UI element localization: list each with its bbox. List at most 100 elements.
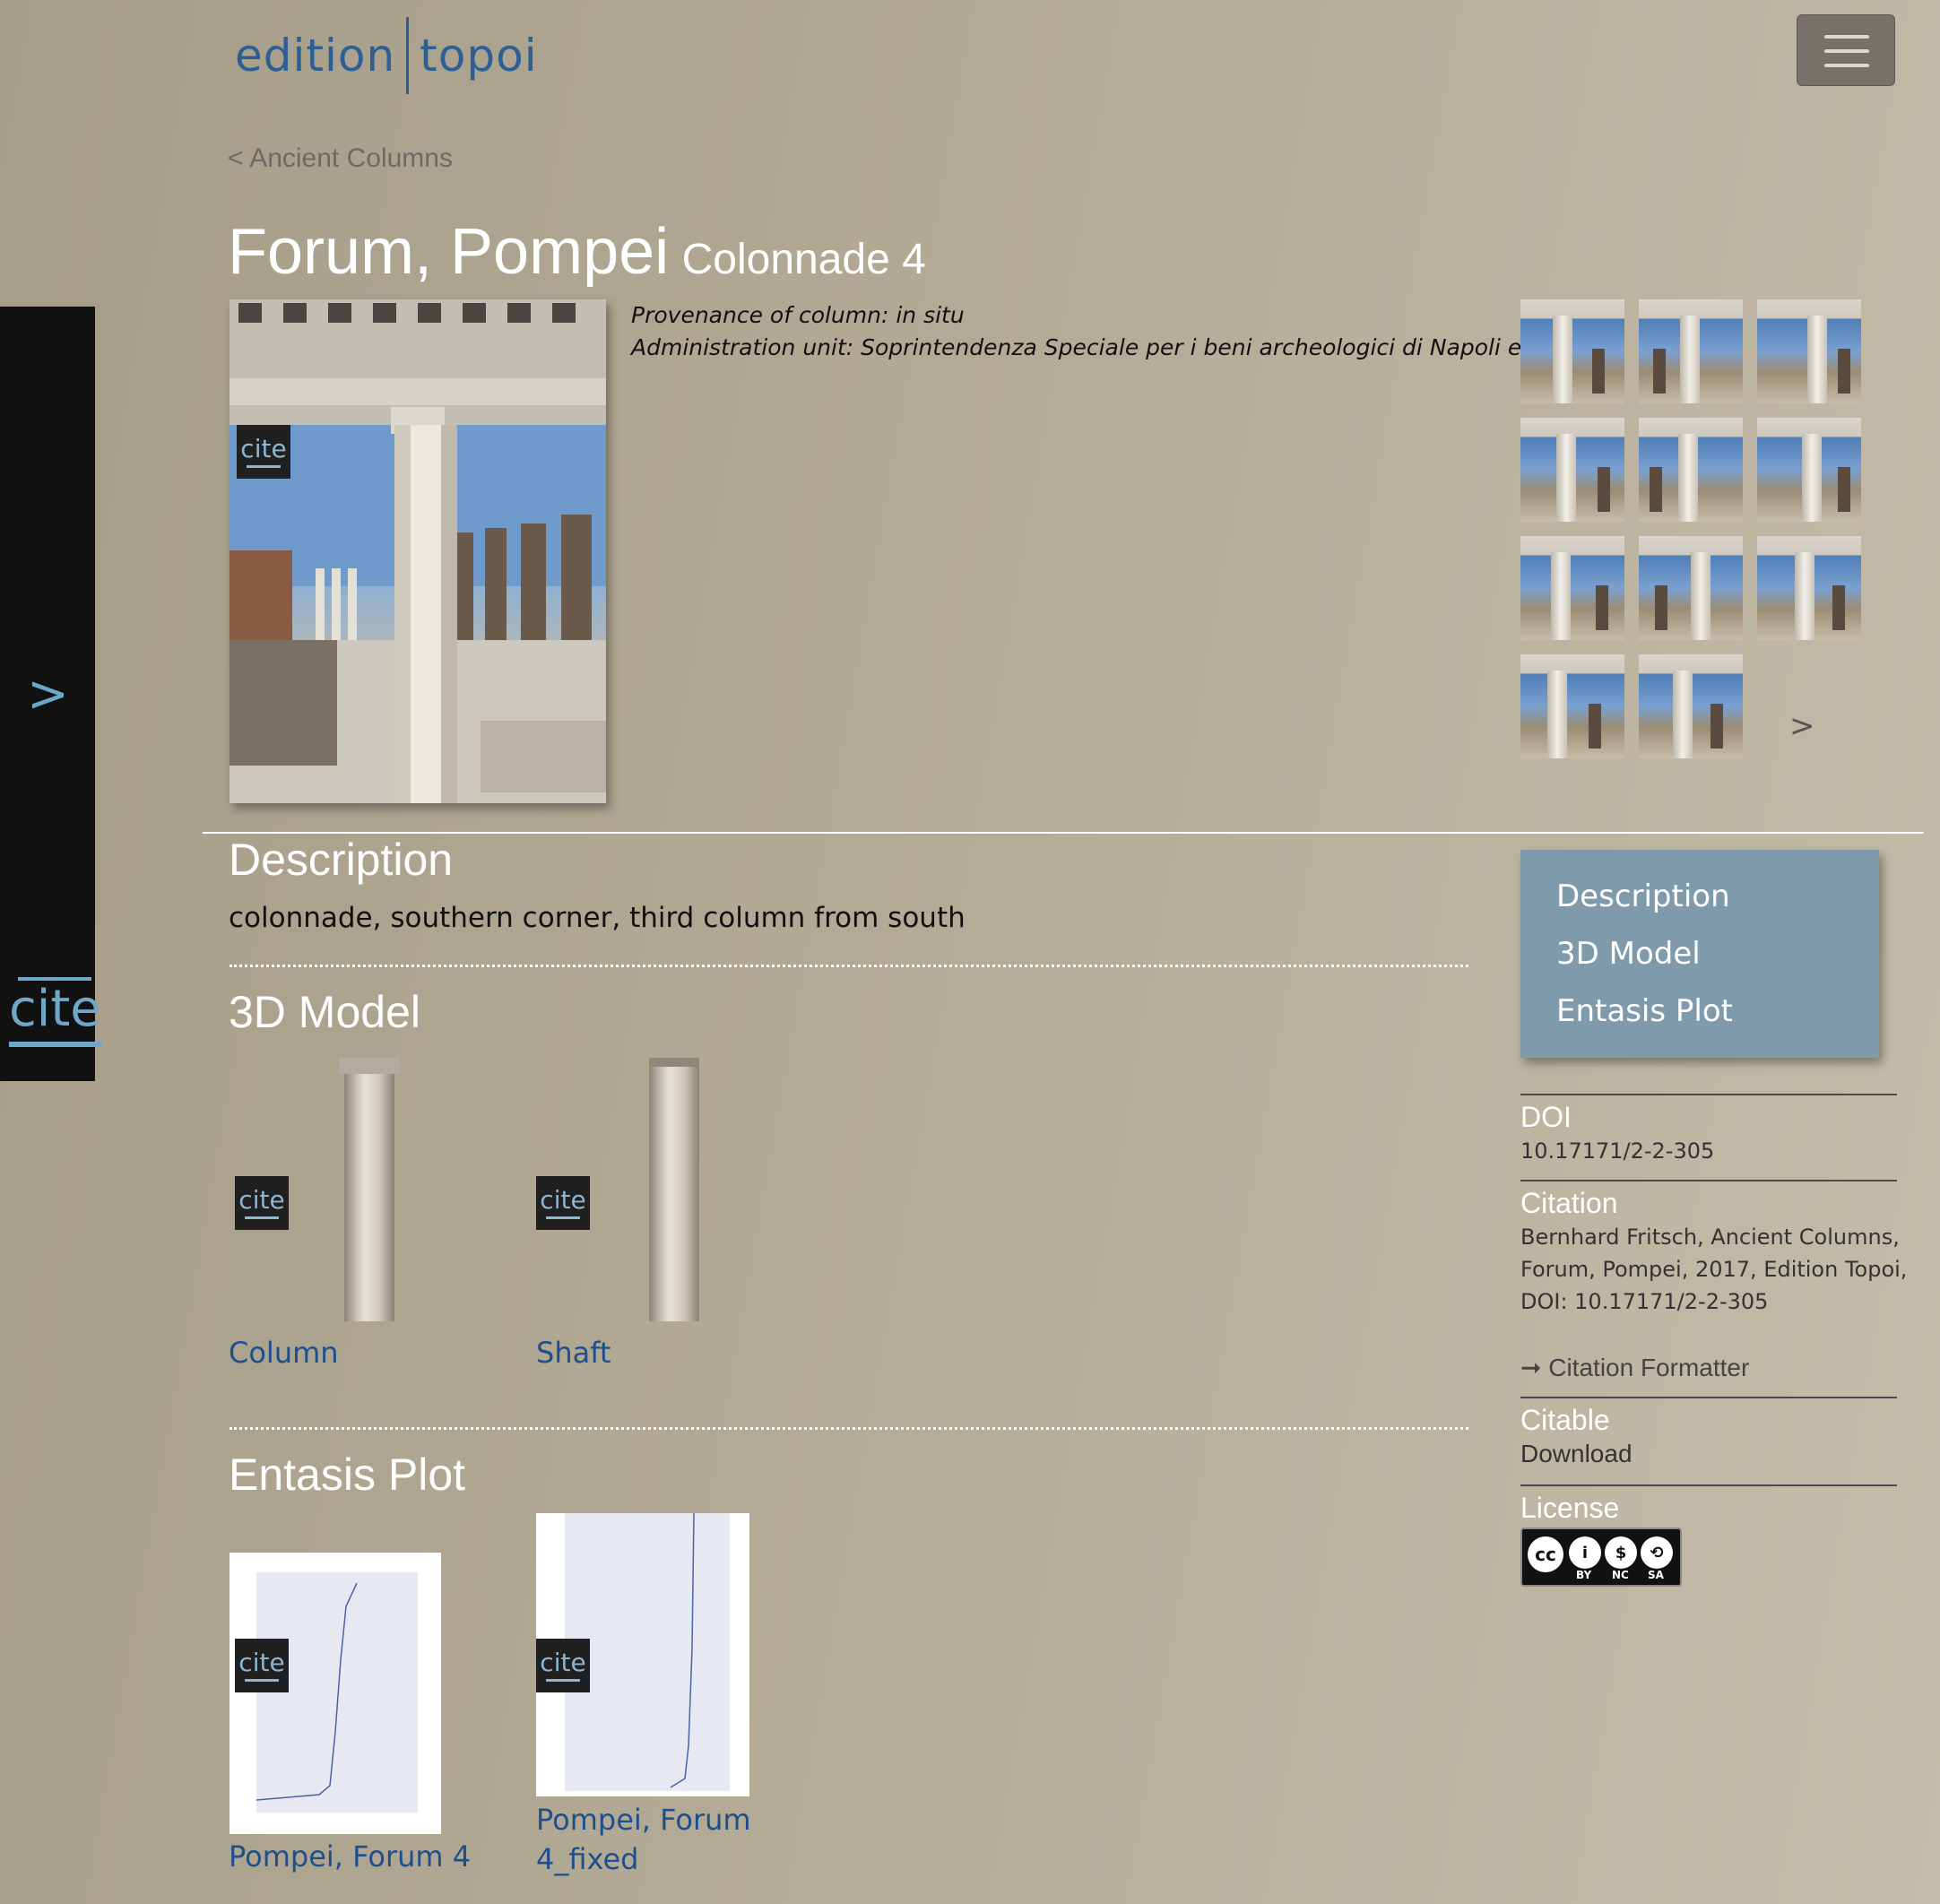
citation-line: Bernhard Fritsch, Ancient Columns, xyxy=(1520,1225,1900,1250)
logo-text-edition: edition xyxy=(235,30,396,82)
thumb-column xyxy=(1691,552,1710,640)
provenance-line: Provenance of column: in situ xyxy=(631,302,965,328)
thumb-ruin xyxy=(1710,704,1723,749)
thumb-ruin xyxy=(1589,704,1601,749)
shaft-top xyxy=(649,1058,699,1067)
by-label: BY xyxy=(1576,1569,1592,1581)
column-model-link[interactable]: Column xyxy=(229,1336,339,1370)
cite-badge-icon[interactable]: cite xyxy=(235,1176,289,1230)
logo-divider xyxy=(406,17,410,94)
cite-badge-underline xyxy=(245,1678,279,1682)
thumb-ruin xyxy=(1838,349,1850,394)
cite-logo-underline xyxy=(9,1042,101,1047)
thumb-ruin xyxy=(1598,467,1610,512)
breadcrumb-link[interactable]: < Ancient Columns xyxy=(228,143,453,174)
license-label: License xyxy=(1520,1492,1620,1524)
model-shaft-card[interactable]: cite xyxy=(536,1058,769,1327)
description-heading: Description xyxy=(229,835,454,885)
cite-badge-icon[interactable]: cite xyxy=(235,1639,289,1692)
citable-label: Citable xyxy=(1520,1404,1610,1436)
citation-line: Forum, Pompei, 2017, Edition Topoi, xyxy=(1520,1257,1908,1282)
toc-item-3d-model[interactable]: 3D Model xyxy=(1556,936,1701,972)
thumb-column xyxy=(1795,552,1814,640)
gallery-thumbnail[interactable] xyxy=(1639,654,1743,758)
thumb-ruin xyxy=(1655,585,1667,630)
provenance-info: Provenance of column: in situ Administra… xyxy=(631,299,1612,364)
model-column-card[interactable]: cite xyxy=(230,1058,463,1327)
gallery-thumbnail[interactable] xyxy=(1520,418,1624,522)
edition-topoi-logo[interactable]: edition topoi xyxy=(235,17,538,94)
gallery-thumbnail[interactable] xyxy=(1639,418,1743,522)
shaft-model-thumbnail xyxy=(649,1065,699,1321)
page-title: Forum, Pompei Colonnade 4 xyxy=(228,215,926,289)
citation-line: DOI: 10.17171/2-2-305 xyxy=(1520,1289,1769,1314)
hamburger-icon xyxy=(1824,35,1869,39)
cite-badge-icon[interactable]: cite xyxy=(536,1639,590,1692)
3d-model-heading: 3D Model xyxy=(229,987,420,1037)
toc-item-entasis-plot[interactable]: Entasis Plot xyxy=(1556,993,1733,1029)
cite-badge-text: cite xyxy=(238,1184,285,1215)
dotted-divider xyxy=(230,965,1468,967)
gallery-thumbnail[interactable] xyxy=(1639,536,1743,640)
toc-item-description[interactable]: Description xyxy=(1556,878,1730,914)
shaft-model-link[interactable]: Shaft xyxy=(536,1336,611,1370)
cite-badge-text: cite xyxy=(238,1647,285,1677)
administration-line: Administration unit: Soprintendenza Spec… xyxy=(631,334,1613,360)
entasis-plot-link-1[interactable]: Pompei, Forum 4 xyxy=(229,1839,471,1874)
entasis-plot-link-2[interactable]: Pompei, Forum 4_fixed xyxy=(536,1800,751,1879)
cite-sidebar: > cite xyxy=(0,307,101,1081)
thumb-ruin xyxy=(1838,467,1850,512)
gallery-thumbnail[interactable] xyxy=(1757,536,1861,640)
thumb-ruin xyxy=(1650,467,1662,512)
column-model-thumbnail xyxy=(344,1065,394,1321)
cite-logo-icon: cite xyxy=(9,977,101,1047)
citation-text: Bernhard Fritsch, Ancient Columns, Forum… xyxy=(1520,1221,1907,1318)
cite-badge-icon[interactable]: cite xyxy=(237,425,290,479)
table-of-contents: Description 3D Model Entasis Plot xyxy=(1520,850,1879,1058)
entasis-plot-heading: Entasis Plot xyxy=(229,1450,466,1500)
thumb-ruin xyxy=(1653,349,1666,394)
entasis-plot-link-2-line2: 4_fixed xyxy=(536,1842,639,1876)
gallery-next-button[interactable]: > xyxy=(1789,708,1815,744)
thumb-ruin xyxy=(1596,585,1608,630)
gallery-thumbnail[interactable] xyxy=(1520,299,1624,403)
gallery-thumbnail[interactable] xyxy=(1520,536,1624,640)
cc-icon: cc xyxy=(1528,1536,1563,1572)
doi-label: DOI xyxy=(1520,1101,1572,1133)
hamburger-menu-button[interactable] xyxy=(1797,14,1895,86)
logo-text-topoi: topoi xyxy=(420,30,538,82)
page-title-main: Forum, Pompei xyxy=(228,216,670,288)
main-column-photo[interactable]: cite xyxy=(230,299,606,803)
thumb-ruin xyxy=(1832,585,1845,630)
gallery-thumbnail[interactable] xyxy=(1757,299,1861,403)
entasis-plot-thumbnail-1[interactable]: cite xyxy=(230,1553,441,1834)
cc-license-badge[interactable]: cc i $ ⟲ BY NC SA xyxy=(1520,1528,1682,1587)
thumb-column xyxy=(1680,316,1700,403)
thumb-column xyxy=(1678,434,1698,522)
thumb-column xyxy=(1807,316,1827,403)
thumb-column xyxy=(1547,671,1567,758)
gallery-thumbnail[interactable] xyxy=(1757,418,1861,522)
citation-label: Citation xyxy=(1520,1187,1618,1219)
thumb-ruin xyxy=(1592,349,1605,394)
hamburger-icon-bar xyxy=(1824,64,1869,67)
meta-divider xyxy=(1520,1484,1897,1486)
entasis-plot-thumbnail-2[interactable]: cite xyxy=(536,1513,749,1796)
cite-badge-icon[interactable]: cite xyxy=(536,1176,590,1230)
thumb-column xyxy=(1553,316,1572,403)
gallery-thumbnail[interactable] xyxy=(1639,299,1743,403)
by-icon: i xyxy=(1569,1536,1601,1569)
thumb-column xyxy=(1556,434,1576,522)
hamburger-icon-bar xyxy=(1824,49,1869,53)
gallery-thumbnail[interactable] xyxy=(1520,654,1624,758)
thumb-column xyxy=(1673,671,1693,758)
column-photo-image xyxy=(230,299,606,803)
download-link[interactable]: Download xyxy=(1520,1438,1633,1470)
cite-badge-underline xyxy=(546,1678,580,1682)
section-divider xyxy=(203,832,1924,834)
citation-formatter-link[interactable]: ➞ Citation Formatter xyxy=(1520,1352,1749,1384)
cite-badge-underline xyxy=(546,1216,580,1219)
cite-badge-underline xyxy=(245,1216,279,1219)
sa-icon: ⟲ xyxy=(1641,1536,1673,1569)
sidebar-expand-button[interactable]: > xyxy=(27,665,69,723)
